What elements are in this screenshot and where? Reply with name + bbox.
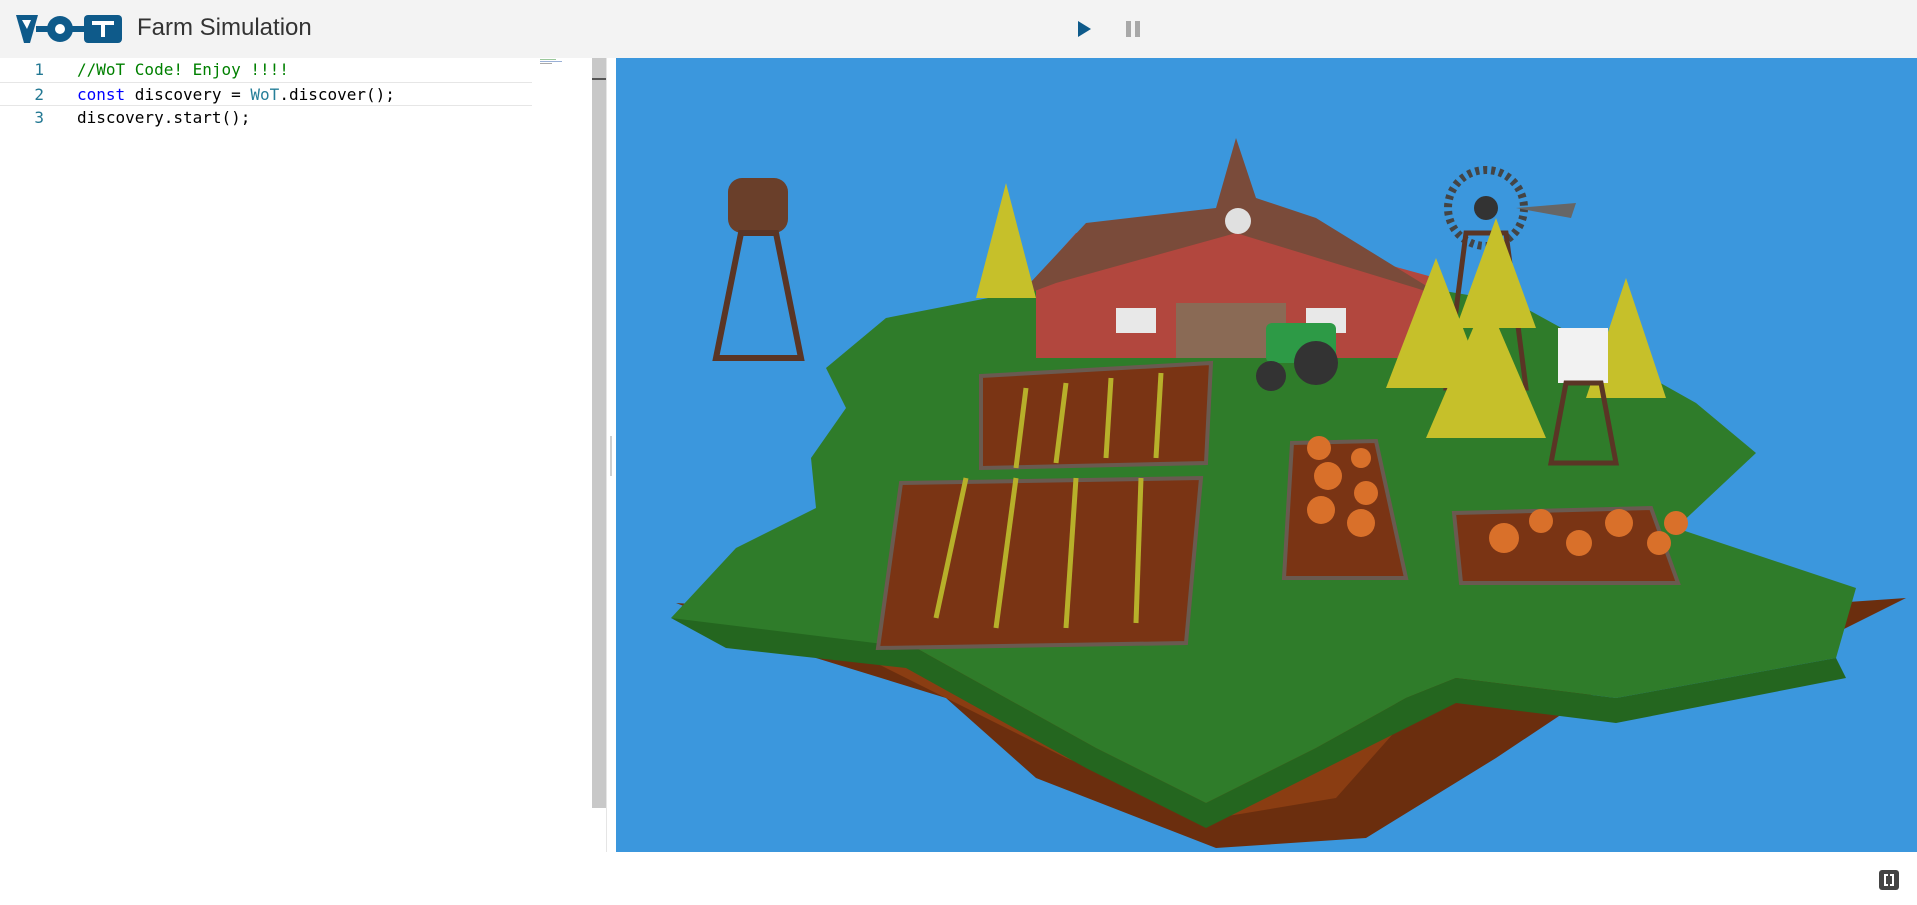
app-title: Farm Simulation bbox=[137, 14, 312, 41]
code-token: //WoT Code! Enjoy !!!! bbox=[77, 60, 289, 79]
water-tower bbox=[712, 178, 805, 361]
pause-button[interactable] bbox=[1122, 17, 1144, 41]
code-token: discovery.start(); bbox=[77, 108, 251, 127]
code-text[interactable]: //WoT Code! Enjoy !!!! bbox=[77, 58, 289, 82]
code-text[interactable]: const discovery = WoT.discover(); bbox=[77, 83, 395, 107]
code-token: const bbox=[77, 85, 126, 104]
expand-icon bbox=[1879, 870, 1899, 890]
code-editor[interactable]: 1 //WoT Code! Enjoy !!!! 2 const discovery … bbox=[0, 58, 592, 852]
pane-splitter[interactable] bbox=[606, 58, 616, 852]
farm-scene-illustration bbox=[671, 138, 1906, 848]
editor-minimap[interactable] bbox=[540, 58, 592, 64]
code-token: discovery = bbox=[125, 85, 251, 104]
editor-scrollbar-thumb[interactable] bbox=[592, 78, 606, 80]
splitter-grip[interactable] bbox=[610, 436, 612, 476]
farm-3d-viewport[interactable] bbox=[616, 58, 1917, 852]
line-number: 3 bbox=[34, 108, 44, 127]
line-number: 2 bbox=[34, 85, 44, 104]
code-line[interactable]: 3 discovery.start(); bbox=[0, 106, 532, 130]
pause-icon bbox=[1126, 21, 1140, 37]
expand-button[interactable] bbox=[1878, 869, 1900, 891]
header-bar: Farm Simulation bbox=[0, 0, 1917, 58]
editor-scrollbar[interactable] bbox=[592, 58, 606, 808]
barn bbox=[1016, 138, 1446, 358]
line-number: 1 bbox=[34, 60, 44, 79]
code-line[interactable]: 2 const discovery = WoT.discover(); bbox=[0, 82, 532, 106]
play-icon bbox=[1078, 21, 1091, 37]
code-token: WoT bbox=[250, 85, 280, 104]
play-button[interactable] bbox=[1073, 17, 1095, 41]
code-line[interactable]: 1 //WoT Code! Enjoy !!!! bbox=[0, 58, 532, 82]
wot-logo bbox=[16, 15, 122, 43]
code-text[interactable]: discovery.start(); bbox=[77, 106, 250, 130]
code-token: .discover(); bbox=[279, 85, 395, 104]
